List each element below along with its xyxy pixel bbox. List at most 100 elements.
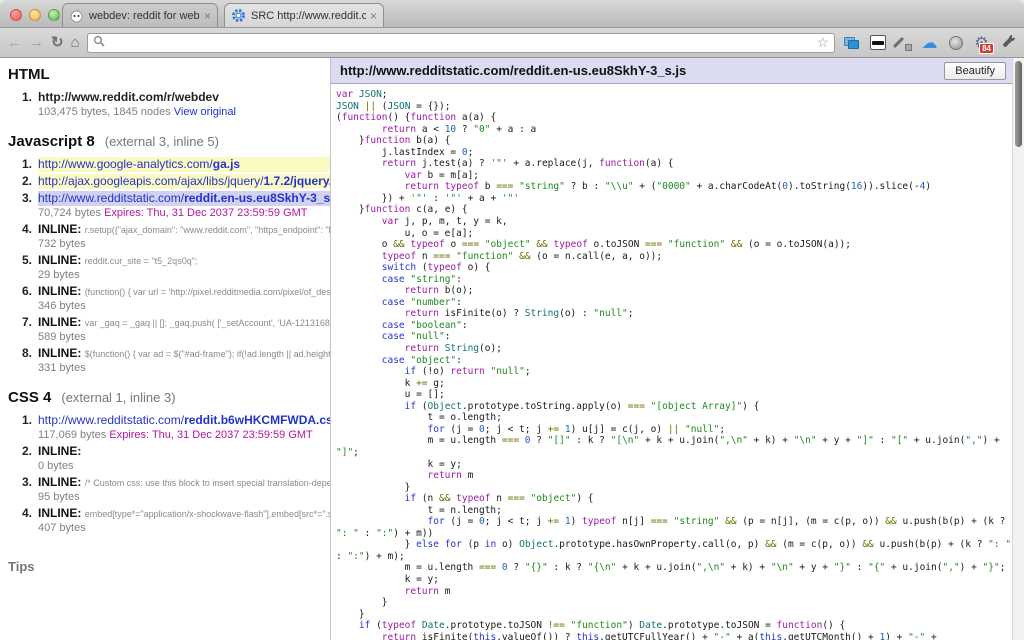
resource-section: Javascript 8(external 3, inline 5)1.http… [8,133,330,375]
tips-heading: Tips [8,559,330,574]
inline-resource: INLINE: var _gaq = _gaq || []; _gaq.push… [38,315,330,330]
eyedropper-extension-icon[interactable] [894,33,913,52]
reddit-alien-icon [69,8,84,23]
section-title: Javascript 8 [8,133,95,150]
close-tab-icon[interactable]: × [370,11,377,21]
blue-gear-icon [231,8,246,23]
section-meta: (external 1, inline 3) [61,390,175,405]
resource-item: 7. INLINE: var _gaq = _gaq || []; _gaq.pu… [8,315,330,344]
page-content: HTML1.http://www.reddit.com/r/webdev103,… [0,58,1024,640]
bookmark-star-icon[interactable]: ☆ [816,34,829,51]
inline-resource: INLINE: r.setup({"ajax_domain": "www.red… [38,222,330,237]
home-icon[interactable]: ⌂ [71,34,80,52]
zoom-window-button[interactable] [48,9,60,21]
item-number: 4. [8,506,32,535]
resource-item: 1.http://www.reddit.com/r/webdev103,475 … [8,90,330,119]
resource-item: 3. http://www.redditstatic.com/reddit.en-… [8,191,330,220]
item-number: 3. [8,191,32,220]
source-code: var JSON; JSON || (JSON = {}); (function… [331,84,1012,640]
minimize-window-button[interactable] [29,9,41,21]
close-tab-icon[interactable]: × [204,11,211,21]
resource-item: 4. INLINE: r.setup({"ajax_domain": "www.r… [8,222,330,251]
tab-title: SRC http://www.reddit.com/ [251,10,366,22]
address-bar[interactable]: ☆ [87,33,835,53]
title-bar: webdev: reddit for web deve × SRC http:/… [0,0,1024,28]
resource-link[interactable]: http://www.google-analytics.com/ga.js [38,157,330,172]
wrench-menu-icon[interactable] [998,33,1017,52]
photos-extension-icon[interactable] [842,33,861,52]
tab-src-viewer[interactable]: SRC http://www.reddit.com/ × [224,3,384,27]
inline-resource: INLINE: [38,444,330,459]
item-number: 5. [8,253,32,282]
section-meta: (external 3, inline 5) [105,134,219,149]
resource-detail: 70,724 bytes Expires: Thu, 31 Dec 2037 2… [38,206,330,220]
item-number: 1. [8,90,32,119]
resource-item: 4. INLINE: embed[type*="application/x-sho… [8,506,330,535]
tab-webdev[interactable]: webdev: reddit for web deve × [62,3,218,27]
gear-extension-icon[interactable]: ⚙84 [972,33,991,52]
search-icon [93,34,105,52]
resource-link[interactable]: http://www.redditstatic.com/reddit.b6wHK… [38,413,330,428]
scrollbar-thumb[interactable] [1015,61,1022,147]
sunglasses-extension-icon[interactable] [868,33,887,52]
resource-item: 8. INLINE: $(function() { var ad = $("#ad… [8,346,330,375]
item-number: 8. [8,346,32,375]
resource-detail: 589 bytes [38,330,330,344]
item-number: 7. [8,315,32,344]
item-number: 2. [8,174,32,189]
item-number: 6. [8,284,32,313]
resource-section: HTML1.http://www.reddit.com/r/webdev103,… [8,66,330,119]
resource-detail: 732 bytes [38,237,330,251]
item-number: 1. [8,413,32,442]
section-heading: HTML [8,66,330,84]
resource-item: 2. http://ajax.googleapis.com/ajax/libs/j… [8,174,330,189]
resources-panel: HTML1.http://www.reddit.com/r/webdev103,… [0,58,330,640]
cloud-extension-icon[interactable]: ☁ [920,33,939,52]
inline-resource: INLINE: /* Custom css: use this block to… [38,475,330,490]
resource-detail: 346 bytes [38,299,330,313]
resource-item: 6.INLINE: (function() { var url = 'http:… [8,284,330,313]
resource-item: 2.INLINE: 0 bytes [8,444,330,473]
resource-item: 3. INLINE: /* Custom css: use this block … [8,475,330,504]
beautify-button[interactable]: Beautify [944,62,1006,80]
forward-icon[interactable]: → [29,34,44,52]
resource-item: 5. INLINE: reddit.cur_site = "t5_2qs0q";2… [8,253,330,282]
resource-detail: 117,069 bytes Expires: Thu, 31 Dec 2037 … [38,428,330,442]
inline-snippet: embed[type*="application/x-shockwave-fla… [85,509,330,519]
record-extension-icon[interactable] [946,33,965,52]
inline-resource: INLINE: embed[type*="application/x-shock… [38,506,330,521]
inline-resource: INLINE: reddit.cur_site = "t5_2qs0q"; [38,253,330,268]
source-viewer-panel: http://www.redditstatic.com/reddit.en-us… [330,58,1012,640]
inline-snippet: /* Custom css: use this block to insert … [85,478,330,488]
resource-detail: 95 bytes [38,490,330,504]
resource-section: CSS 4 (external 1, inline 3) 1. http://www.… [8,389,330,535]
inline-resource: INLINE: $(function() { var ad = $("#ad-f… [38,346,330,361]
inline-snippet: $(function() { var ad = $("#ad-frame"); … [85,349,330,359]
source-header: http://www.redditstatic.com/reddit.en-us… [331,58,1012,84]
inline-snippet: r.setup({"ajax_domain": "www.reddit.com"… [85,225,330,235]
resource-detail: 0 bytes [38,459,330,473]
view-original-link[interactable]: View original [174,106,236,118]
item-number: 3. [8,475,32,504]
source-url-title: http://www.redditstatic.com/reddit.en-us… [340,63,944,78]
section-title: CSS 4 [8,389,51,406]
tab-title: webdev: reddit for web deve [89,10,200,22]
resource-link[interactable]: http://www.redditstatic.com/reddit.en-us… [38,191,330,206]
resource-detail: 331 bytes [38,361,330,375]
inline-snippet: reddit.cur_site = "t5_2qs0q"; [85,256,198,266]
resource-detail: 407 bytes [38,521,330,535]
inline-snippet: var _gaq = _gaq || []; _gaq.push( ['_set… [85,318,330,328]
section-heading: Javascript 8 (external 3, inline 5) [8,133,330,151]
close-window-button[interactable] [10,9,22,21]
back-icon[interactable]: ← [7,34,22,52]
browser-window: webdev: reddit for web deve × SRC http:/… [0,0,1024,640]
resource-link[interactable]: http://ajax.googleapis.com/ajax/libs/jqu… [38,174,330,189]
resource-link[interactable]: http://www.reddit.com/r/webdev [38,90,330,105]
address-input[interactable] [110,36,812,50]
reload-icon[interactable]: ↻ [51,34,64,52]
browser-toolbar: ← → ↻ ⌂ ☆ ☁ ⚙84 [0,28,1024,58]
vertical-scrollbar[interactable] [1012,58,1024,640]
item-number: 4. [8,222,32,251]
section-heading: CSS 4 (external 1, inline 3) [8,389,330,407]
resource-detail: 29 bytes [38,268,330,282]
